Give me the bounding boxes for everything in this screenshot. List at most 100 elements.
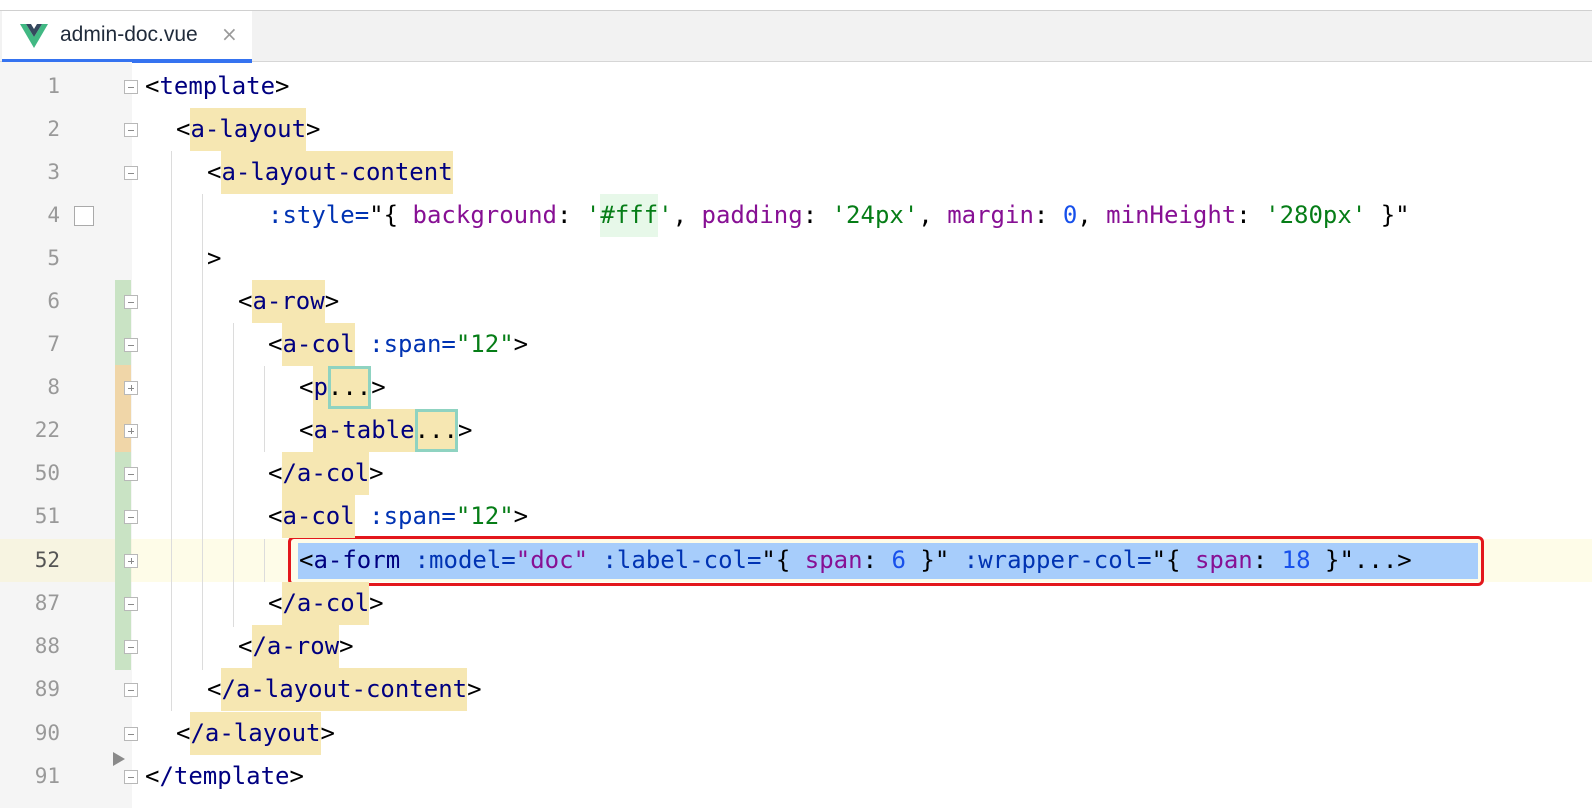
fold-end-icon[interactable] [124, 770, 138, 784]
vue-icon [20, 24, 48, 48]
code-line-88: </a-row> [238, 625, 354, 668]
vcs-modified-marker [115, 365, 131, 452]
tag-name: /template [159, 762, 290, 790]
code-line-51: <a-col :span="12"> [268, 495, 528, 538]
code-line-90: </a-layout> [176, 712, 335, 755]
tag-name: a-layout [190, 108, 307, 151]
run-arrow-icon[interactable] [113, 752, 125, 766]
line-number: 8 [47, 375, 60, 399]
code-token: : [1236, 201, 1266, 229]
editor-tab-bar: admin-doc.vue × [0, 11, 1592, 63]
code-token: , [672, 201, 702, 229]
indent-guide [171, 151, 172, 711]
fold-end-icon[interactable] [124, 683, 138, 697]
code-token: : [1033, 201, 1063, 229]
code-token: '280px' [1265, 201, 1367, 229]
code-line-91: </template> [145, 755, 304, 798]
tag-name: a-table [313, 409, 415, 452]
line-number: 4 [47, 203, 60, 227]
fold-end-icon[interactable] [124, 640, 138, 654]
code-token: '24px' [831, 201, 919, 229]
fold-end-icon[interactable] [124, 727, 138, 741]
code-editor[interactable]: 1 2 3 4 5 6 7 8 22 50 51 52 87 88 89 90 … [0, 62, 1592, 808]
tab-admin-doc-vue[interactable]: admin-doc.vue × [2, 11, 252, 63]
code-token: : [862, 546, 892, 574]
attribute-name: :wrapper-col= [963, 546, 1152, 574]
folded-region-placeholder[interactable]: ... [1354, 539, 1397, 582]
line-number: 90 [34, 721, 60, 745]
fold-collapse-icon[interactable] [124, 338, 138, 352]
code-token: 0 [1062, 201, 1078, 229]
line-number: 22 [34, 418, 60, 442]
line-number: 7 [47, 332, 60, 356]
fold-expand-icon[interactable] [124, 554, 138, 568]
tag-name: a-layout-content [221, 151, 453, 194]
code-token: ' [585, 201, 601, 229]
fold-end-icon[interactable] [124, 467, 138, 481]
line-number: 2 [47, 117, 60, 141]
fold-collapse-icon[interactable] [124, 510, 138, 524]
code-token: }" [905, 546, 950, 574]
tag-name: /a-row [252, 625, 340, 668]
tag-name: /a-col [282, 452, 370, 495]
fold-end-icon[interactable] [124, 597, 138, 611]
attribute-name: :model= [414, 546, 516, 574]
breakpoint-checkbox[interactable] [74, 206, 94, 226]
indent-guide [264, 539, 265, 582]
indent-guide [202, 194, 203, 670]
code-token: 18 [1281, 546, 1311, 574]
tab-filename: admin-doc.vue [60, 23, 198, 46]
line-number: 5 [47, 246, 60, 270]
attribute-value: "doc" [515, 546, 589, 574]
tag-name: /a-layout-content [221, 668, 468, 711]
line-number: 89 [34, 677, 60, 701]
fold-collapse-icon[interactable] [124, 295, 138, 309]
code-token: : [1252, 546, 1282, 574]
code-token: }" [1310, 546, 1354, 574]
code-line-22: <a-table...> [299, 409, 472, 452]
code-token: "{ [761, 546, 805, 574]
code-token: > [207, 244, 222, 272]
tag-name: a-form [313, 546, 401, 574]
code-line-6: <a-row> [238, 280, 339, 323]
tag-name: a-col [282, 495, 355, 538]
code-line-2: <a-layout> [176, 108, 321, 151]
indent-guide [233, 323, 234, 627]
code-token: 6 [891, 546, 906, 574]
code-line-7: <a-col :span="12"> [268, 323, 528, 366]
attribute-name: :style= [268, 201, 370, 229]
folded-region-placeholder[interactable]: ... [414, 409, 458, 452]
fold-collapse-icon[interactable] [124, 166, 138, 180]
line-number-current: 52 [34, 548, 60, 572]
attribute-name: :span= [369, 502, 456, 530]
color-literal: #fff [600, 194, 659, 237]
tag-name: template [159, 72, 276, 100]
code-token: "{ [369, 201, 413, 229]
fold-expand-icon[interactable] [124, 424, 138, 438]
line-number: 1 [47, 74, 60, 98]
fold-expand-icon[interactable] [124, 381, 138, 395]
line-number: 91 [34, 764, 60, 788]
code-token: : [802, 201, 832, 229]
code-token: ' [658, 201, 673, 229]
code-token: }" [1366, 201, 1410, 229]
tag-name: a-row [252, 280, 325, 323]
line-number: 50 [34, 461, 60, 485]
code-line-52: <a-form :model="doc" :label-col="{ span:… [299, 539, 1412, 582]
code-token: margin [947, 201, 1034, 229]
line-number: 3 [47, 160, 60, 184]
line-number: 51 [34, 504, 60, 528]
fold-collapse-icon[interactable] [124, 123, 138, 137]
tag-name: /a-layout [190, 712, 321, 755]
attribute-name: :label-col= [602, 546, 762, 574]
attribute-name: :span= [369, 330, 456, 358]
code-line-5: > [207, 237, 221, 280]
code-line-3: <a-layout-content [207, 151, 453, 194]
code-token: , [1077, 201, 1107, 229]
window-top-edge [0, 0, 1592, 11]
fold-collapse-icon[interactable] [124, 80, 138, 94]
folded-region-placeholder[interactable]: ... [327, 366, 372, 409]
close-icon[interactable]: × [221, 22, 238, 46]
line-number: 6 [47, 289, 60, 313]
code-line-89: </a-layout-content> [207, 668, 482, 711]
